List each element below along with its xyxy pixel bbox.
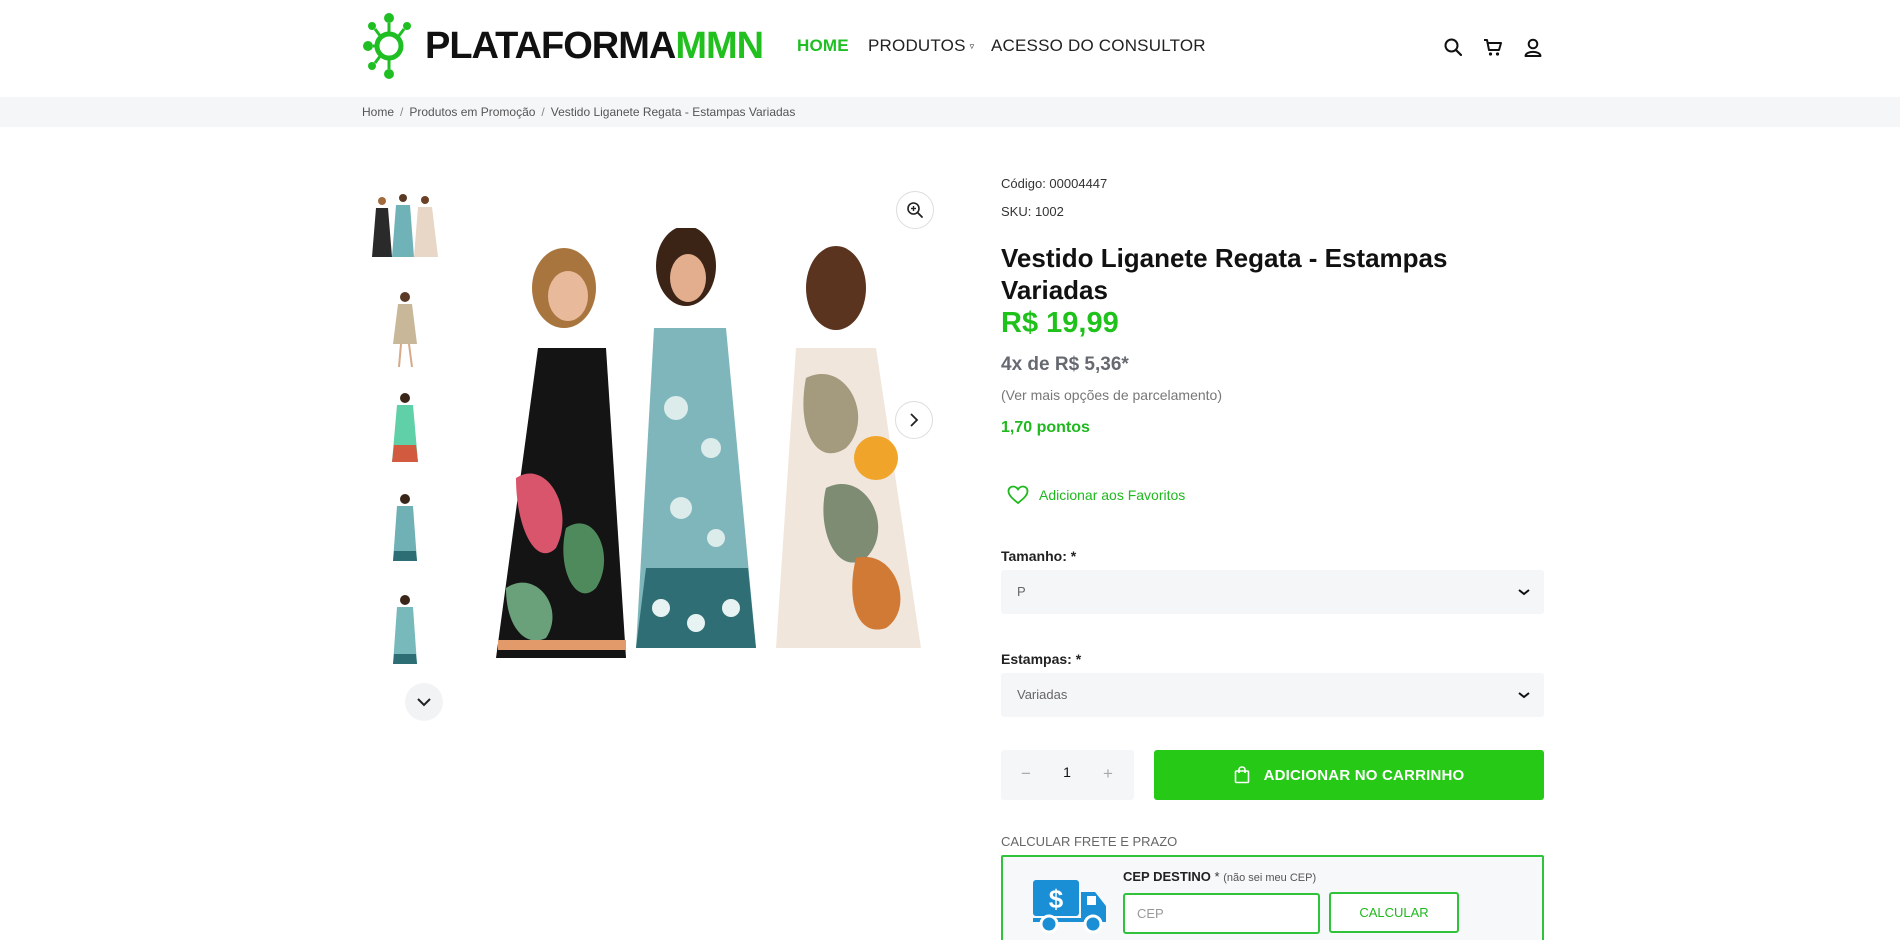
network-logo-icon xyxy=(363,13,411,79)
print-label: Estampas: * xyxy=(1001,651,1082,667)
site-header: PLATAFORMAMMN HOME PRODUTOS ▿ ACESSO DO C… xyxy=(0,0,1900,97)
nav-produtos[interactable]: PRODUTOS ▿ xyxy=(868,36,974,56)
product-code: Código: 00004447 xyxy=(1001,176,1108,191)
chevron-down-icon xyxy=(1518,589,1530,596)
thumbnails-scroll-down-button[interactable] xyxy=(405,683,443,721)
product-price: R$ 19,99 xyxy=(1001,307,1119,339)
breadcrumb-home[interactable]: Home xyxy=(362,105,394,119)
next-image-button[interactable] xyxy=(895,401,933,439)
product-points: 1,70 pontos xyxy=(1001,419,1090,436)
delivery-truck-icon: $ xyxy=(1033,880,1106,934)
favorites-label: Adicionar aos Favoritos xyxy=(1039,487,1186,503)
chevron-down-icon: ▿ xyxy=(969,41,975,52)
chevron-down-icon xyxy=(1518,692,1530,699)
product-main-image[interactable] xyxy=(476,226,932,660)
print-select[interactable]: Variadas xyxy=(1001,673,1544,717)
three-dresses-image xyxy=(496,226,921,658)
quantity-decrease-button[interactable]: − xyxy=(1021,764,1031,784)
cart-icon[interactable] xyxy=(1483,37,1503,57)
product-sku: SKU: 1002 xyxy=(1001,204,1064,219)
thumbnail-1[interactable] xyxy=(366,188,444,268)
logo-wordmark: PLATAFORMAMMN xyxy=(425,24,764,67)
dress-green-image xyxy=(392,393,418,462)
thumbnail-4[interactable] xyxy=(366,491,444,571)
breadcrumb-separator: / xyxy=(541,105,545,119)
size-label: Tamanho: * xyxy=(1001,548,1077,564)
thumbnail-3[interactable] xyxy=(366,390,444,470)
size-select[interactable]: P xyxy=(1001,570,1544,614)
breadcrumb-category[interactable]: Produtos em Promoção xyxy=(409,105,535,119)
nav-acesso-consultor[interactable]: ACESSO DO CONSULTOR xyxy=(991,36,1206,56)
site-logo[interactable]: PLATAFORMAMMN xyxy=(363,12,764,80)
thumbnail-list xyxy=(366,188,444,693)
dress-teal-front-image xyxy=(393,595,417,664)
user-icon[interactable] xyxy=(1523,37,1543,57)
quantity-stepper: − + xyxy=(1001,750,1134,800)
shipping-calculator: $ CEP DESTINO * (não sei meu CEP) CALCUL… xyxy=(1001,855,1544,940)
header-actions xyxy=(1443,37,1543,57)
size-selected-value: P xyxy=(1017,584,1026,599)
chevron-right-icon xyxy=(910,413,919,427)
cep-help-link[interactable]: (não sei meu CEP) xyxy=(1223,872,1316,884)
svg-text:$: $ xyxy=(1049,884,1064,914)
nav-home[interactable]: HOME xyxy=(797,36,849,56)
breadcrumb-current: Vestido Liganete Regata - Estampas Varia… xyxy=(550,105,796,119)
cep-input[interactable] xyxy=(1123,893,1320,934)
thumbnail-5[interactable] xyxy=(366,592,444,672)
add-to-favorites-button[interactable]: Adicionar aos Favoritos xyxy=(1007,485,1185,505)
product-title: Vestido Liganete Regata - Estampas Varia… xyxy=(1001,243,1448,305)
calculate-shipping-button[interactable]: CALCULAR xyxy=(1329,892,1459,933)
breadcrumb: Home / Produtos em Promoção / Vestido Ligane… xyxy=(362,105,795,119)
cep-label: CEP DESTINO * (não sei meu CEP) xyxy=(1123,869,1317,884)
heart-icon xyxy=(1007,485,1029,505)
quantity-input[interactable] xyxy=(1049,764,1085,780)
search-icon[interactable] xyxy=(1443,37,1463,57)
chevron-down-icon xyxy=(417,698,431,707)
dress-teal-image xyxy=(393,494,417,561)
shipping-title: CALCULAR FRETE E PRAZO xyxy=(1001,834,1178,849)
add-to-cart-button[interactable]: ADICIONAR NO CARRINHO xyxy=(1154,750,1544,800)
add-to-cart-label: ADICIONAR NO CARRINHO xyxy=(1263,766,1465,784)
zoom-button[interactable] xyxy=(896,191,934,229)
shopping-bag-icon xyxy=(1234,766,1249,784)
breadcrumb-bar: Home / Produtos em Promoção / Vestido Ligane… xyxy=(0,97,1900,127)
breadcrumb-separator: / xyxy=(400,105,404,119)
quantity-increase-button[interactable]: + xyxy=(1103,764,1113,784)
zoom-in-icon xyxy=(907,202,923,218)
installments-text: 4x de R$ 5,36* xyxy=(1001,354,1129,375)
dress-trio-image xyxy=(372,194,438,257)
thumbnail-2[interactable] xyxy=(366,289,444,369)
more-installment-options-link[interactable]: (Ver mais opções de parcelamento) xyxy=(1001,387,1222,403)
print-selected-value: Variadas xyxy=(1017,687,1068,702)
dress-beige-image xyxy=(393,292,417,368)
